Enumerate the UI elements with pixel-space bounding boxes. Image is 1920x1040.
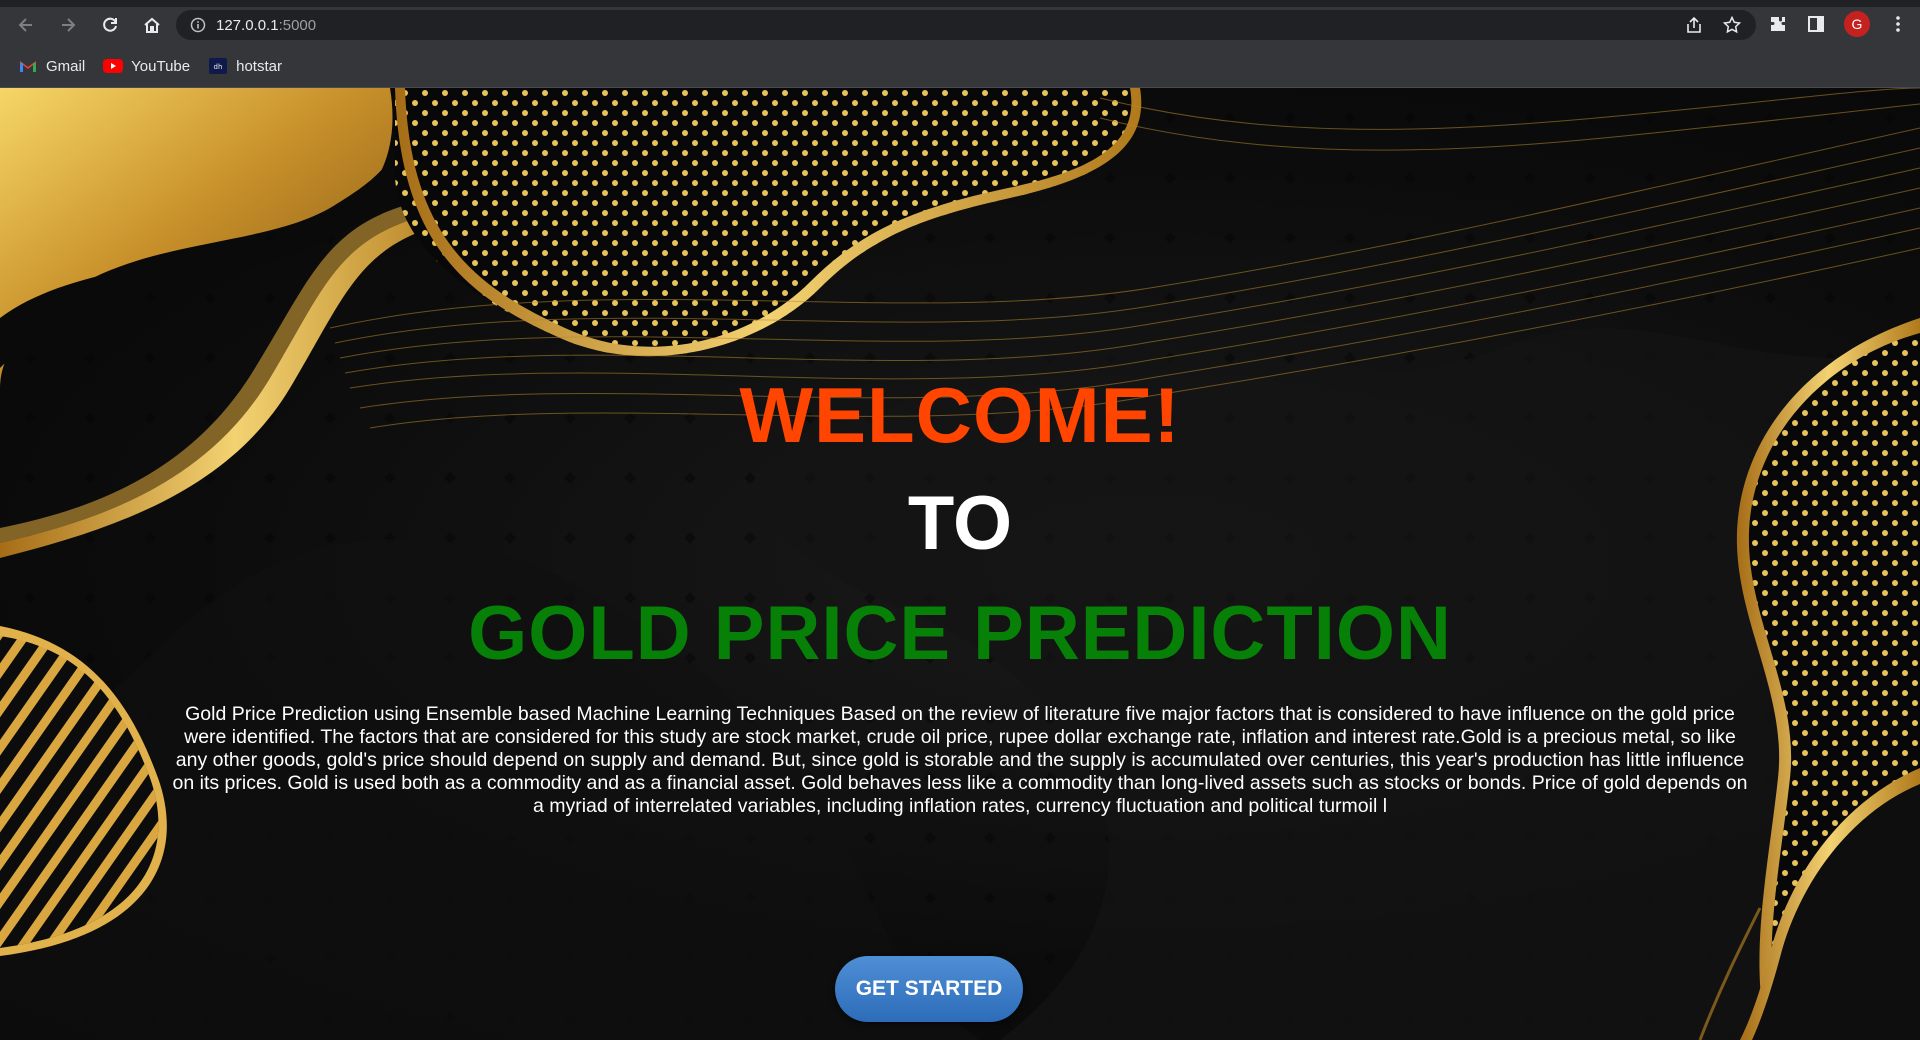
arrow-left-icon xyxy=(18,18,32,32)
browser-chrome: 127.0.0.1:5000 G Gmail YouTube dh hotst… xyxy=(0,0,1920,88)
side-panel-icon[interactable] xyxy=(1806,14,1826,34)
back-button[interactable] xyxy=(12,11,40,39)
reload-button[interactable] xyxy=(96,11,124,39)
welcome-heading: WELCOME! xyxy=(739,371,1181,459)
info-icon[interactable] xyxy=(190,17,206,33)
address-bar[interactable]: 127.0.0.1:5000 xyxy=(176,10,1756,40)
url-port: :5000 xyxy=(278,16,317,34)
landing-page: WELCOME! TO GOLD PRICE PREDICTION Gold P… xyxy=(0,88,1920,1040)
share-icon[interactable] xyxy=(1684,15,1704,35)
hotstar-icon: dh xyxy=(208,58,228,74)
gmail-icon xyxy=(18,58,38,74)
forward-button[interactable] xyxy=(54,11,82,39)
tab-strip xyxy=(0,0,1920,7)
hero-section: WELCOME! TO GOLD PRICE PREDICTION Gold P… xyxy=(0,88,1920,1040)
toolbar-actions: G xyxy=(1768,11,1908,37)
omnibox-actions xyxy=(1684,15,1742,35)
bookmark-hotstar[interactable]: dh hotstar xyxy=(208,58,282,75)
get-started-button[interactable]: GET STARTED xyxy=(835,956,1023,1022)
bookmarks-bar: Gmail YouTube dh hotstar xyxy=(0,51,1920,81)
bookmark-youtube[interactable]: YouTube xyxy=(103,58,190,75)
reload-icon xyxy=(103,17,117,32)
more-menu-icon[interactable] xyxy=(1888,14,1908,34)
svg-text:dh: dh xyxy=(214,63,223,71)
arrow-right-icon xyxy=(62,18,76,32)
description-text: Gold Price Prediction using Ensemble bas… xyxy=(172,703,1748,817)
url-host: 127.0.0.1 xyxy=(216,16,279,34)
home-icon xyxy=(144,17,160,33)
bookmark-star-icon[interactable] xyxy=(1722,15,1742,35)
page-title: GOLD PRICE PREDICTION xyxy=(468,591,1452,676)
profile-avatar[interactable]: G xyxy=(1844,11,1870,37)
browser-toolbar: 127.0.0.1:5000 G xyxy=(0,7,1920,43)
home-button[interactable] xyxy=(138,11,166,39)
bookmark-label: YouTube xyxy=(131,57,191,75)
extensions-icon[interactable] xyxy=(1768,14,1788,34)
to-heading: TO xyxy=(907,481,1013,566)
youtube-icon xyxy=(103,58,124,74)
bookmark-label: hotstar xyxy=(236,57,282,75)
bookmark-gmail[interactable]: Gmail xyxy=(18,58,85,75)
bookmark-label: Gmail xyxy=(46,57,86,75)
